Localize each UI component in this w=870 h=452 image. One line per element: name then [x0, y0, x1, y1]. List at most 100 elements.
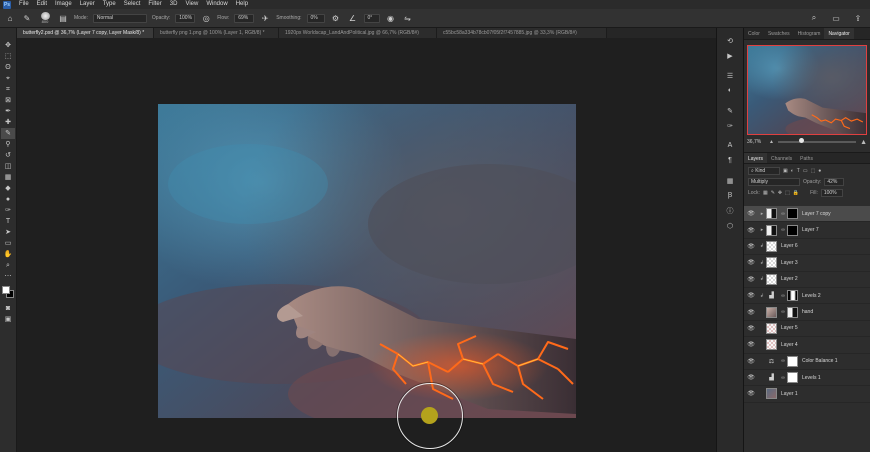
airbrush-icon[interactable]: ✈: [259, 12, 271, 24]
paragraph-icon[interactable]: ¶: [724, 154, 736, 167]
more-tools-icon[interactable]: ⋯: [1, 271, 15, 282]
layer-name[interactable]: Levels 2: [802, 293, 821, 299]
brush-settings-panel-icon[interactable]: ✎: [724, 104, 736, 117]
layer-name[interactable]: Layer 4: [781, 342, 798, 348]
document-tab[interactable]: butterfly2.psd @ 36,7% (Layer 7 copy, La…: [17, 28, 154, 38]
actions-icon[interactable]: ▶: [724, 49, 736, 62]
home-icon[interactable]: ⌂: [4, 12, 16, 24]
menu-type[interactable]: Type: [99, 0, 120, 9]
brush-tool-icon[interactable]: ✎: [21, 12, 33, 24]
visibility-eye-icon[interactable]: 👁: [744, 292, 758, 299]
lock-transparent-icon[interactable]: ▦: [763, 190, 768, 196]
lock-all-icon[interactable]: 🔒: [793, 190, 799, 196]
quick-select-tool-icon[interactable]: ⌖: [1, 73, 15, 84]
history-brush-tool-icon[interactable]: ↺: [1, 150, 15, 161]
tab-navigator[interactable]: Navigator: [824, 28, 854, 39]
fill-field[interactable]: 100%: [820, 188, 843, 197]
mask-link-icon[interactable]: ∞: [779, 293, 787, 299]
visibility-eye-icon[interactable]: 👁: [744, 390, 758, 397]
layer-name[interactable]: hand: [802, 309, 813, 315]
mask-link-icon[interactable]: ∞: [779, 227, 787, 233]
mask-link-icon[interactable]: ∞: [779, 211, 787, 217]
layer-row[interactable]: 👁 ▸ ∞ Layer 7 copy: [744, 206, 870, 223]
layer-row[interactable]: 👁 ↲ ▟ ∞ Levels 2: [744, 288, 870, 305]
layer-row[interactable]: 👁 Layer 1: [744, 386, 870, 403]
layer-name[interactable]: Layer 5: [781, 325, 798, 331]
symmetry-icon[interactable]: ⇋: [402, 12, 414, 24]
menu-window[interactable]: Window: [202, 0, 231, 9]
search-icon[interactable]: ⌕: [808, 12, 820, 24]
layer-row[interactable]: 👁 ↲ Layer 3: [744, 255, 870, 272]
document-tab[interactable]: butterfly png 1.png @ 100% (Layer 1, RGB…: [154, 28, 279, 38]
layer-name[interactable]: Layer 7 copy: [802, 211, 831, 217]
document-canvas[interactable]: [158, 104, 576, 418]
visibility-eye-icon[interactable]: 👁: [744, 309, 758, 316]
blend-mode-dropdown[interactable]: Multiply: [748, 177, 800, 186]
pen-tool-icon[interactable]: ✑: [1, 205, 15, 216]
visibility-eye-icon[interactable]: 👁: [744, 374, 758, 381]
flow-field[interactable]: 69%: [234, 13, 255, 23]
menu-file[interactable]: File: [15, 0, 33, 9]
gradient-tool-icon[interactable]: ▦: [1, 172, 15, 183]
layer-mask-thumbnail[interactable]: [787, 372, 798, 384]
layer-row[interactable]: 👁 ▸ ∞ Layer 7: [744, 222, 870, 239]
menu-layer[interactable]: Layer: [76, 0, 99, 9]
layer-filter-dropdown[interactable]: ⌕ Kind: [748, 166, 780, 175]
layer-name[interactable]: Levels 1: [802, 375, 821, 381]
layer-row[interactable]: 👁 Layer 4: [744, 337, 870, 354]
visibility-eye-icon[interactable]: 👁: [744, 227, 758, 234]
layer-name[interactable]: Layer 3: [781, 260, 798, 266]
brush-preset-picker[interactable]: 800: [38, 12, 52, 24]
layer-mask-thumbnail[interactable]: [787, 224, 798, 236]
3d-icon[interactable]: ⬡: [724, 219, 736, 232]
visibility-eye-icon[interactable]: 👁: [744, 259, 758, 266]
pressure-size-icon[interactable]: ◉: [385, 12, 397, 24]
smoothing-field[interactable]: 0%: [306, 13, 325, 23]
filter-shape-icon[interactable]: ▭: [803, 168, 808, 174]
layer-row[interactable]: 👁 Layer 5: [744, 321, 870, 338]
character-icon[interactable]: A: [724, 139, 736, 152]
menu-view[interactable]: View: [181, 0, 202, 9]
layer-name[interactable]: Layer 7: [802, 227, 819, 233]
canvas-area[interactable]: [17, 38, 716, 452]
visibility-eye-icon[interactable]: 👁: [744, 358, 758, 365]
tab-swatches[interactable]: Swatches: [764, 28, 794, 39]
lasso-tool-icon[interactable]: ʘ: [1, 62, 15, 73]
mask-link-icon[interactable]: ∞: [779, 375, 787, 381]
layer-mask-thumbnail[interactable]: [787, 290, 798, 302]
visibility-eye-icon[interactable]: 👁: [744, 210, 758, 217]
properties-icon[interactable]: ☰: [724, 69, 736, 82]
quick-mask-icon[interactable]: ◙: [1, 303, 15, 314]
layer-mask-thumbnail[interactable]: [787, 208, 798, 220]
frame-tool-icon[interactable]: ⊠: [1, 95, 15, 106]
rectangle-tool-icon[interactable]: ▭: [1, 238, 15, 249]
document-tab[interactable]: 1920px Worldscap_LandAndPolitical.jpg @ …: [279, 28, 437, 38]
visibility-eye-icon[interactable]: 👁: [744, 243, 758, 250]
tab-paths[interactable]: Paths: [796, 153, 817, 163]
layer-row[interactable]: 👁 ⚖ ∞ Color Balance 1: [744, 354, 870, 370]
dodge-tool-icon[interactable]: ●: [1, 194, 15, 205]
layer-opacity-field[interactable]: 42%: [824, 177, 845, 186]
filter-smart-object-icon[interactable]: ⬚: [811, 168, 816, 174]
menu-3d[interactable]: 3D: [166, 0, 182, 9]
workspace-icon[interactable]: ▭: [830, 12, 842, 24]
menu-help[interactable]: Help: [232, 0, 252, 9]
color-swatches[interactable]: [1, 285, 15, 299]
screen-mode-icon[interactable]: ▣: [1, 314, 15, 325]
libraries-icon[interactable]: ▦: [724, 174, 736, 187]
path-selection-tool-icon[interactable]: ➤: [1, 227, 15, 238]
filter-adjustment-icon[interactable]: ◐: [791, 168, 794, 174]
layer-name[interactable]: Layer 6: [781, 243, 798, 249]
navigator-zoom-knob[interactable]: [799, 138, 805, 143]
lock-image-icon[interactable]: ✎: [771, 190, 775, 196]
tab-channels[interactable]: Channels: [767, 153, 796, 163]
layer-row[interactable]: 👁 ↲ Layer 6: [744, 239, 870, 256]
tab-histogram[interactable]: Histogram: [794, 28, 825, 39]
layer-name[interactable]: Layer 1: [781, 391, 798, 397]
navigator-zoom-slider[interactable]: [777, 138, 857, 143]
layer-row[interactable]: 👁 ▟ ∞ Levels 1: [744, 370, 870, 387]
document-tab[interactable]: c55bc58a334b78cb07f05f2f7457885.jpg @ 33…: [437, 28, 607, 38]
mask-link-icon[interactable]: ∞: [779, 358, 787, 364]
info-icon[interactable]: ⓘ: [724, 204, 736, 217]
layer-row[interactable]: 👁 ∞ hand: [744, 304, 870, 321]
